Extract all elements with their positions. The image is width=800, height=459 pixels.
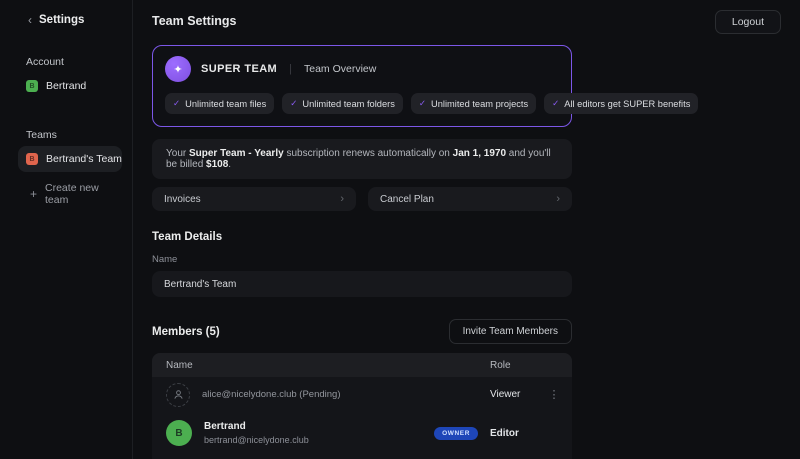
- member-name: alice@nicelydone.club (Pending): [202, 389, 341, 400]
- chevron-right-icon: ›: [556, 193, 560, 205]
- check-icon: ✓: [418, 98, 426, 108]
- check-icon: ✓: [290, 98, 298, 108]
- pending-user-icon: [166, 382, 190, 407]
- settings-back-label: Settings: [39, 14, 85, 26]
- sidebar-item-bertrands-team[interactable]: B Bertrand's Team: [18, 146, 122, 172]
- member-name-cell: B Bertrand bertrand@nicelydone.club: [166, 420, 434, 446]
- members-table: Name Role alice@nicelydone.club (Pending…: [152, 353, 572, 459]
- benefit-label: Unlimited team folders: [302, 98, 395, 109]
- back-chevron-icon: ‹: [28, 13, 32, 27]
- notice-text: Your: [166, 148, 189, 159]
- create-new-team-button[interactable]: + Create new team: [30, 182, 122, 206]
- benefit-pill: ✓ All editors get SUPER benefits: [544, 93, 699, 114]
- invite-team-members-button[interactable]: Invite Team Members: [448, 319, 572, 344]
- benefit-label: Unlimited team files: [185, 98, 267, 109]
- subscription-notice: Your Super Team - Yearly subscription re…: [152, 139, 572, 179]
- row-menu-kebab-icon[interactable]: ⋮: [536, 388, 572, 401]
- main-content: ✦ SUPER TEAM | Team Overview ✓ Unlimited…: [152, 45, 699, 459]
- sidebar-item-label: Bertrand's Team: [46, 153, 122, 165]
- notice-text: .: [228, 159, 232, 170]
- team-details-heading: Team Details: [152, 231, 223, 243]
- notice-text: subscription renews automatically on: [283, 148, 453, 159]
- check-icon: ✓: [552, 98, 560, 108]
- divider: |: [289, 63, 292, 75]
- team-overview-label: Team Overview: [303, 63, 377, 75]
- sparkle-icon: ✦: [165, 56, 191, 82]
- benefit-pill: ✓ Unlimited team files: [165, 93, 275, 114]
- column-header-role: Role: [490, 359, 511, 371]
- member-role: Viewer: [490, 389, 521, 400]
- benefit-label: Unlimited team projects: [431, 98, 529, 109]
- sidebar-item-label: Bertrand: [46, 80, 87, 92]
- member-role: Editor: [490, 427, 519, 439]
- cancel-plan-label: Cancel Plan: [380, 193, 434, 205]
- renewal-date: Jan 1, 1970: [452, 148, 507, 159]
- super-team-name: SUPER TEAM: [201, 63, 278, 75]
- table-row: alice@nicelydone.club (Pending) Viewer ⋮: [152, 377, 572, 412]
- table-row: B Bertrand bertrand@nicelydone.club OWNE…: [152, 412, 572, 454]
- column-header-name: Name: [166, 359, 193, 371]
- super-team-card-header: ✦ SUPER TEAM | Team Overview: [165, 56, 559, 82]
- page-title: Team Settings: [152, 14, 237, 28]
- benefits-row: ✓ Unlimited team files ✓ Unlimited team …: [165, 93, 699, 114]
- back-to-settings[interactable]: ‹ Settings: [28, 14, 122, 26]
- account-section-label: Account: [26, 56, 64, 68]
- owner-badge: OWNER: [434, 426, 478, 440]
- check-icon: ✓: [173, 98, 181, 108]
- account-avatar: B: [26, 80, 38, 92]
- invoices-label: Invoices: [164, 193, 201, 205]
- plan-name: Super Team - Yearly: [188, 148, 284, 159]
- teams-section-label: Teams: [26, 129, 57, 141]
- app-window: ‹ Settings Account B Bertrand Teams B Be…: [0, 0, 800, 459]
- main-panel: Team Settings Logout ✦ SUPER TEAM | Team…: [133, 0, 800, 459]
- members-header: Members (5) Invite Team Members: [152, 319, 572, 344]
- benefit-label: All editors get SUPER benefits: [564, 98, 691, 109]
- member-name: Bertrand: [204, 421, 246, 433]
- sidebar-item-account-bertrand[interactable]: B Bertrand: [18, 73, 122, 99]
- benefit-pill: ✓ Unlimited team folders: [282, 93, 403, 114]
- create-new-team-label: Create new team: [45, 182, 99, 206]
- team-avatar: B: [26, 153, 38, 165]
- cancel-plan-button[interactable]: Cancel Plan ›: [368, 187, 572, 211]
- table-row: john@nicelydone.club (Pending) Viewer ⋮: [152, 454, 572, 459]
- sidebar: ‹ Settings Account B Bertrand Teams B Be…: [0, 0, 133, 459]
- benefit-pill: ✓ Unlimited team projects: [410, 93, 537, 114]
- team-name-label: Name: [152, 254, 178, 265]
- team-name-input[interactable]: [152, 271, 572, 297]
- member-avatar: B: [166, 420, 192, 446]
- members-table-header: Name Role: [152, 353, 572, 377]
- logout-button[interactable]: Logout: [714, 10, 781, 34]
- plus-icon: +: [30, 187, 38, 201]
- team-details-section: Team Details Name: [152, 231, 572, 297]
- member-identity: Bertrand bertrand@nicelydone.club: [204, 420, 309, 446]
- members-heading: Members (5): [152, 325, 220, 338]
- member-email: bertrand@nicelydone.club: [204, 434, 309, 445]
- billed-amount: $108: [206, 159, 229, 170]
- member-name-cell: alice@nicelydone.club (Pending): [166, 382, 490, 407]
- main-header: Team Settings Logout: [152, 10, 781, 34]
- invoices-button[interactable]: Invoices ›: [152, 187, 356, 211]
- super-team-card: ✦ SUPER TEAM | Team Overview ✓ Unlimited…: [152, 45, 699, 127]
- plan-actions-row: Invoices › Cancel Plan ›: [152, 187, 572, 211]
- chevron-right-icon: ›: [340, 193, 344, 205]
